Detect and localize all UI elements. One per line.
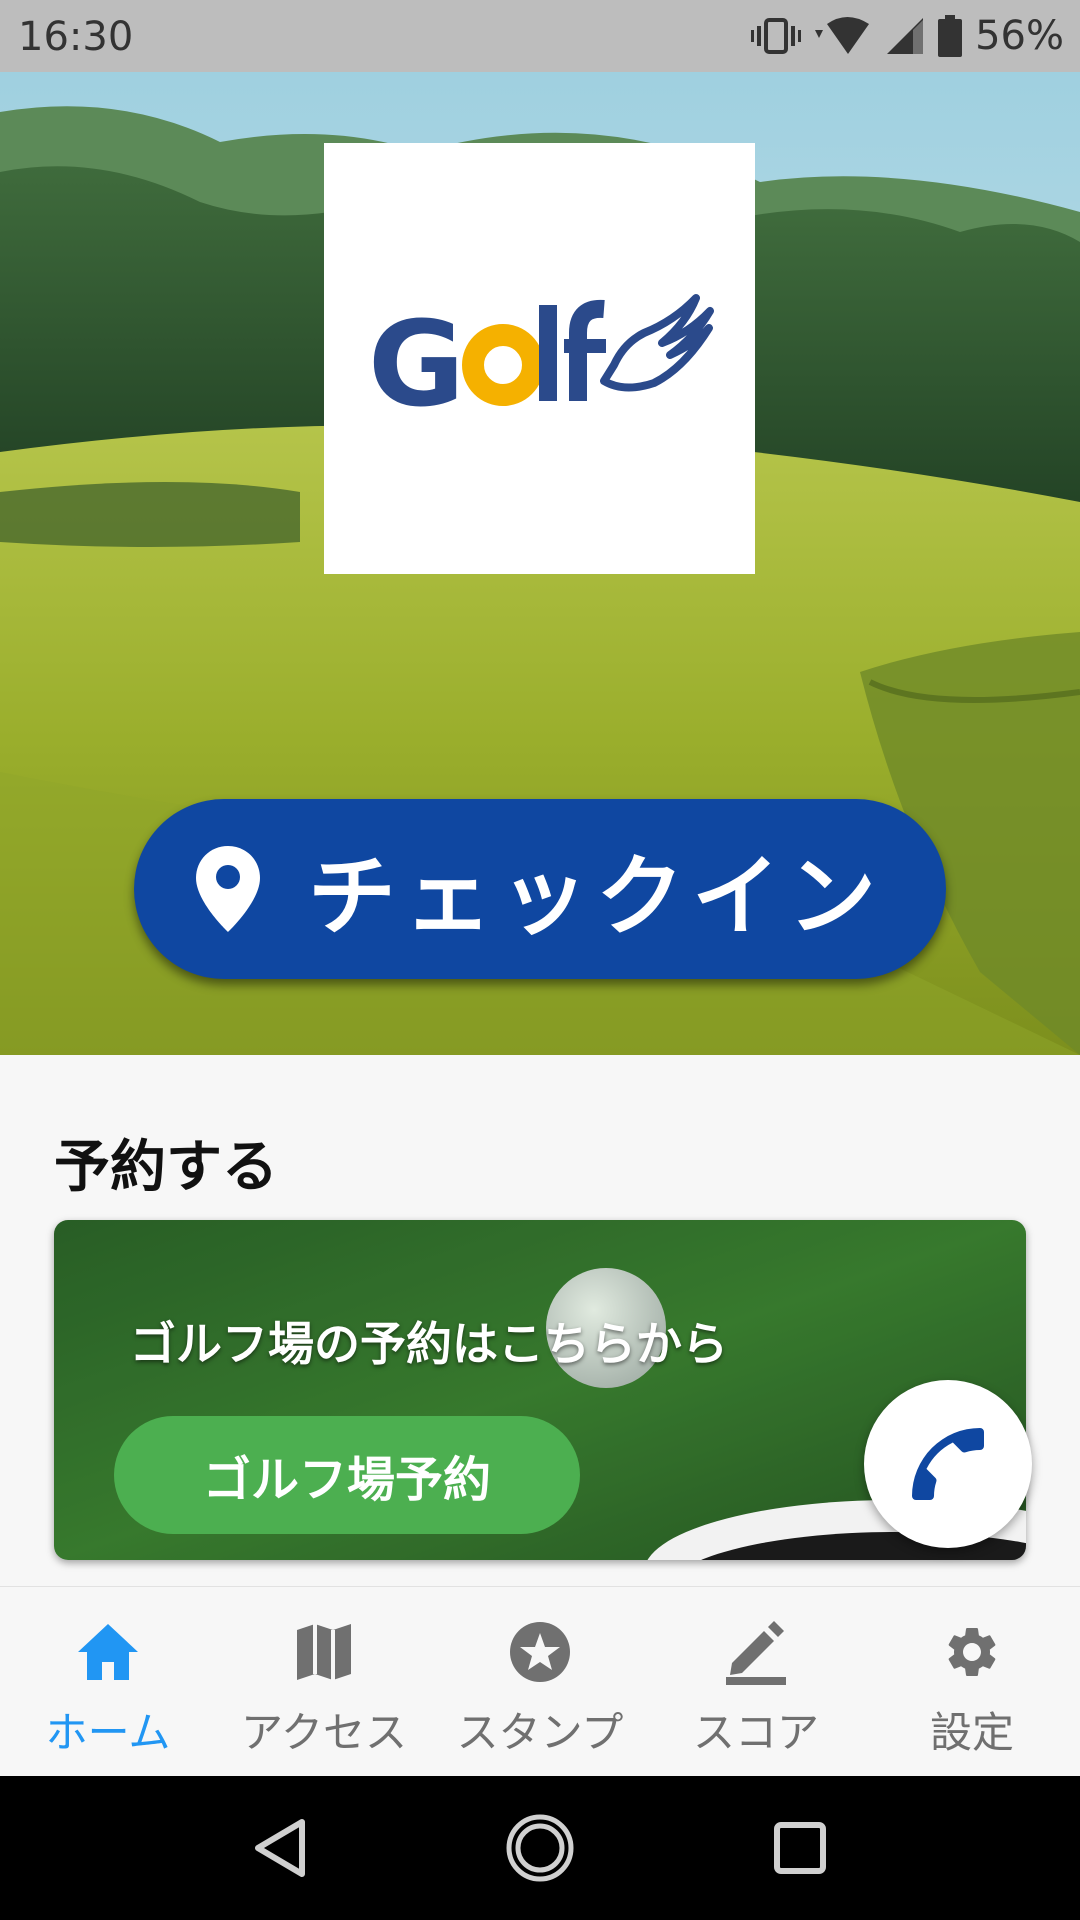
map-icon	[297, 1624, 351, 1680]
nav-score-label: スコア	[692, 1708, 819, 1757]
home-circle-icon	[506, 1814, 574, 1882]
recents-button[interactable]	[740, 1788, 860, 1908]
vibrate-icon	[751, 18, 802, 54]
back-triangle-icon	[255, 1819, 305, 1877]
nav-score[interactable]: スコア	[648, 1587, 864, 1777]
nav-settings-label: 設定	[929, 1708, 1014, 1757]
location-pin-icon	[195, 846, 260, 932]
battery-percent: 56%	[975, 13, 1064, 59]
golf-reservation-button[interactable]: ゴルフ場予約	[114, 1416, 580, 1534]
checkin-button[interactable]: チェックイン	[134, 799, 946, 979]
nav-access[interactable]: アクセス	[216, 1587, 432, 1777]
checkin-label: チェックイン	[307, 844, 884, 948]
reserve-section-title: 予約する	[54, 1135, 278, 1200]
reserve-card-text: ゴルフ場の予約はこちらから	[130, 1317, 728, 1371]
recents-square-icon	[774, 1822, 826, 1874]
back-button[interactable]	[220, 1788, 340, 1908]
phone-icon	[912, 1428, 984, 1500]
nav-settings[interactable]: 設定	[864, 1587, 1080, 1777]
signal-icon	[887, 18, 924, 54]
home-system-button[interactable]	[480, 1788, 600, 1908]
wifi-icon	[815, 17, 870, 54]
nav-access-label: アクセス	[241, 1708, 407, 1757]
home-icon	[78, 1624, 138, 1680]
star-icon	[510, 1622, 570, 1682]
pencil-icon	[726, 1621, 786, 1685]
status-bar: 16:30 56%	[0, 0, 1080, 72]
svg-text:G: G	[368, 295, 459, 433]
nav-stamp[interactable]: スタンプ	[432, 1587, 648, 1777]
battery-icon	[938, 15, 963, 57]
nav-stamp-label: スタンプ	[456, 1708, 624, 1757]
phone-call-button[interactable]	[864, 1380, 1032, 1548]
bottom-navigation: ホーム アクセス スタンプ スコア 設定	[0, 1586, 1080, 1777]
status-icons: 56%	[751, 12, 1064, 60]
hero-banner: G チェックイン	[0, 72, 1080, 1055]
nav-home-label: ホーム	[45, 1708, 171, 1757]
app-logo: G	[324, 143, 755, 574]
nav-home[interactable]: ホーム	[0, 1587, 216, 1777]
system-navigation-bar	[0, 1776, 1080, 1920]
gear-icon	[948, 1628, 996, 1676]
status-time: 16:30	[18, 14, 134, 60]
